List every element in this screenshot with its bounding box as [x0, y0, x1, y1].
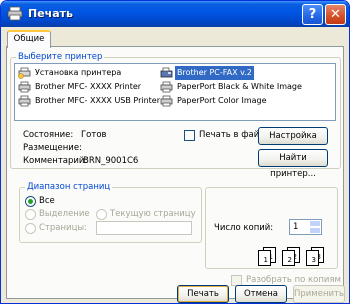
- window-title: Печать: [28, 7, 73, 20]
- printer-label: Brother MFC- XXXX USB Printer: [35, 96, 161, 105]
- printer-list[interactable]: Установка принтера Brother PC-FAX v.2 Br…: [14, 63, 336, 121]
- page-range-current-radio[interactable]: [96, 209, 107, 220]
- location-label: Размещение:: [23, 143, 82, 153]
- collate-page-icon: 3: [306, 250, 319, 266]
- printer-icon: [18, 95, 31, 107]
- apply-button[interactable]: Применить: [293, 285, 345, 303]
- copies-spinner[interactable]: 1: [289, 219, 322, 235]
- help-button[interactable]: ?: [302, 4, 323, 25]
- find-printer-button[interactable]: Найти принтер...: [258, 149, 328, 179]
- title-bar[interactable]: Печать ? ✕: [1, 1, 349, 27]
- print-to-file-label: Печать в файл: [199, 130, 265, 140]
- page-range-selection-radio[interactable]: [25, 209, 36, 220]
- page-range-current-label: Текущую страницу: [110, 209, 196, 219]
- spin-up-icon[interactable]: [309, 220, 321, 227]
- page-range-selection-label: Выделение: [39, 209, 90, 219]
- page-range-pages-label: Страницы:: [39, 223, 87, 233]
- status-value: Готов: [81, 130, 107, 140]
- page-range-pages-input[interactable]: [96, 221, 192, 235]
- printer-label: Brother PC-FAX v.2: [175, 66, 254, 80]
- close-button[interactable]: ✕: [325, 4, 346, 25]
- preferences-button[interactable]: Настройка: [258, 127, 328, 145]
- printer-label: PaperPort Black & White Image: [177, 82, 302, 91]
- add-printer-icon: [18, 67, 31, 79]
- comment-label: Комментарий:: [23, 156, 88, 166]
- spin-down-icon[interactable]: [309, 227, 321, 234]
- collate-page-icon: 1: [258, 250, 271, 266]
- printer-icon: [18, 81, 31, 93]
- printer-label: Brother MFC- XXXX Printer: [35, 82, 142, 91]
- collate-page-icon: 2: [282, 250, 295, 266]
- copies-spinner-arrows[interactable]: [309, 220, 321, 234]
- print-to-file-checkbox[interactable]: [184, 130, 195, 141]
- print-button[interactable]: Печать: [177, 285, 229, 303]
- collate-illustration: 1 1 2 2 3 3: [255, 237, 337, 267]
- comment-value: BRN_9001C6: [83, 156, 139, 166]
- select-printer-title: Выберите принтер: [16, 52, 105, 63]
- tab-general[interactable]: Общие: [7, 30, 51, 48]
- printer-icon: [160, 95, 173, 107]
- page-range-all-label: Все: [39, 196, 55, 206]
- copies-value: 1: [293, 222, 299, 232]
- printer-label: Установка принтера: [35, 68, 122, 77]
- print-dialog: Печать ? ✕ Общие Выберите принтер Устано…: [0, 0, 350, 304]
- page-range-all-radio[interactable]: [25, 196, 36, 207]
- close-icon: ✕: [330, 7, 341, 22]
- printer-icon: [160, 81, 173, 93]
- printer-label: PaperPort Color Image: [177, 96, 267, 105]
- page-range-pages-radio[interactable]: [25, 223, 36, 234]
- printer-icon: [7, 6, 23, 21]
- help-icon: ?: [308, 7, 317, 22]
- status-label: Состояние:: [23, 130, 74, 140]
- copies-label: Число копий:: [214, 223, 274, 233]
- cancel-button[interactable]: Отмена: [235, 285, 287, 303]
- page-range-title: Диапазон страниц: [25, 182, 113, 193]
- fax-icon: [160, 67, 173, 78]
